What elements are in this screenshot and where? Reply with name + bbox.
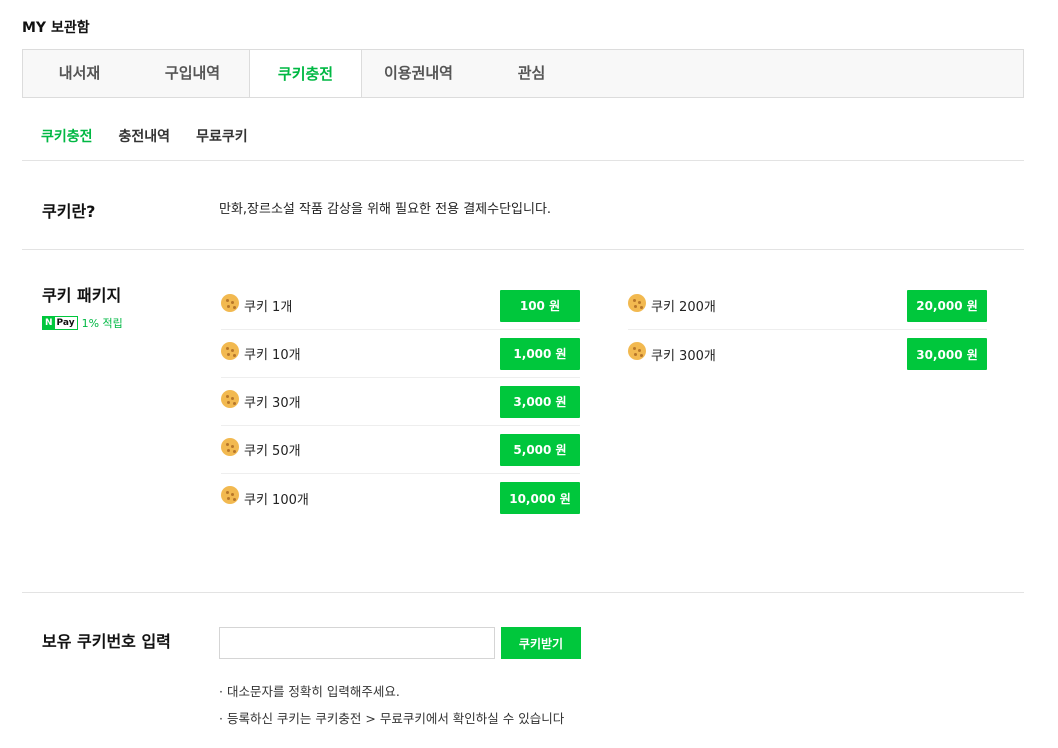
divider bbox=[22, 592, 1024, 593]
buy-button[interactable]: 10,000 원 bbox=[500, 482, 580, 514]
buy-button[interactable]: 100 원 bbox=[500, 289, 580, 322]
note-item: 대소문자를 정확히 입력해주세요. bbox=[219, 678, 564, 705]
tab-interests[interactable]: 관심 bbox=[475, 50, 588, 97]
cookie-icon bbox=[628, 293, 646, 312]
package-name: 쿠키 300개 bbox=[651, 348, 716, 364]
cookie-icon bbox=[221, 293, 239, 312]
package-name: 쿠키 50개 bbox=[244, 444, 301, 459]
package-name: 쿠키 200개 bbox=[651, 300, 716, 315]
cookie-icon bbox=[221, 341, 239, 360]
package-row: 쿠키 10개 1,000 원 bbox=[221, 330, 580, 378]
note-item: 등록하신 쿠키는 쿠키충전 > 무료쿠키에서 확인하실 수 있습니다 bbox=[219, 705, 564, 732]
package-row: 쿠키 300개 30,000 원 bbox=[628, 330, 987, 378]
package-name: 쿠키 100개 bbox=[244, 492, 309, 508]
tab-pass-history[interactable]: 이용권내역 bbox=[362, 50, 475, 97]
package-list-left: 쿠키 1개 100 원 쿠키 10개 1,000 원 쿠키 30개 3,000 … bbox=[221, 282, 580, 522]
sub-tabs: 쿠키충전 충전내역 무료쿠키 bbox=[41, 126, 248, 146]
coupon-notes: 대소문자를 정확히 입력해주세요. 등록하신 쿠키는 쿠키충전 > 무료쿠키에서… bbox=[219, 678, 564, 732]
tab-cookie-charge[interactable]: 쿠키충전 bbox=[249, 49, 362, 97]
package-name: 쿠키 10개 bbox=[244, 348, 301, 363]
package-row: 쿠키 200개 20,000 원 bbox=[628, 282, 987, 330]
subtab-free-cookie[interactable]: 무료쿠키 bbox=[196, 126, 248, 146]
subtab-charge-history[interactable]: 충전내역 bbox=[119, 126, 171, 146]
npay-reward-text: 1% 적립 bbox=[81, 317, 123, 330]
npay-reward: N Pay 1% 적립 bbox=[42, 315, 123, 331]
package-row: 쿠키 50개 5,000 원 bbox=[221, 426, 580, 474]
cookie-icon bbox=[221, 389, 239, 408]
cookie-icon bbox=[628, 342, 646, 360]
cookie-code-input[interactable] bbox=[219, 627, 495, 659]
tab-library[interactable]: 내서재 bbox=[23, 50, 136, 97]
divider bbox=[22, 160, 1024, 161]
package-list-right: 쿠키 200개 20,000 원 쿠키 300개 30,000 원 bbox=[628, 282, 987, 378]
tab-purchases[interactable]: 구입내역 bbox=[136, 50, 249, 97]
coupon-title: 보유 쿠키번호 입력 bbox=[42, 632, 171, 651]
package-name: 쿠키 30개 bbox=[244, 396, 301, 411]
cookie-icon bbox=[221, 486, 239, 504]
package-name: 쿠키 1개 bbox=[244, 300, 293, 315]
npay-label: Pay bbox=[56, 318, 75, 328]
package-row: 쿠키 30개 3,000 원 bbox=[221, 378, 580, 426]
npay-n-icon: N bbox=[43, 317, 55, 329]
divider bbox=[22, 249, 1024, 250]
about-description: 만화,장르소설 작품 감상을 위해 필요한 전용 결제수단입니다. bbox=[219, 202, 552, 217]
buy-button[interactable]: 30,000 원 bbox=[907, 338, 987, 370]
subtab-cookie-charge[interactable]: 쿠키충전 bbox=[41, 126, 93, 146]
buy-button[interactable]: 5,000 원 bbox=[500, 433, 580, 466]
about-title: 쿠키란? bbox=[42, 202, 96, 221]
receive-cookie-button[interactable]: 쿠키받기 bbox=[501, 627, 581, 659]
packages-title: 쿠키 패키지 bbox=[42, 286, 122, 305]
package-row: 쿠키 100개 10,000 원 bbox=[221, 474, 580, 522]
buy-button[interactable]: 20,000 원 bbox=[907, 289, 987, 322]
cookie-icon bbox=[221, 437, 239, 456]
buy-button[interactable]: 1,000 원 bbox=[500, 337, 580, 370]
page-title: MY 보관함 bbox=[22, 20, 90, 36]
buy-button[interactable]: 3,000 원 bbox=[500, 385, 580, 418]
npay-logo: N Pay bbox=[42, 316, 78, 330]
main-tabs: 내서재 구입내역 쿠키충전 이용권내역 관심 bbox=[22, 49, 1024, 98]
package-row: 쿠키 1개 100 원 bbox=[221, 282, 580, 330]
